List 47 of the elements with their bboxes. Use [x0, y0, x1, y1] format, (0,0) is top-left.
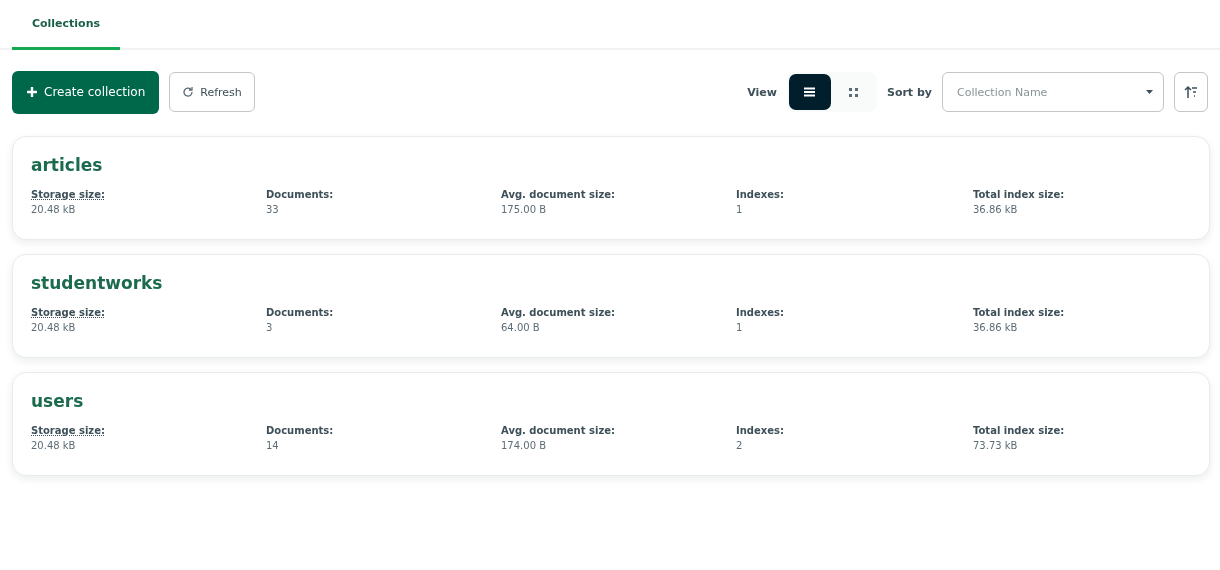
stat-value: 1 — [736, 322, 743, 333]
collection-name-link[interactable]: users — [31, 391, 84, 411]
stat-label: Total index size: — [973, 307, 1065, 318]
stat-value: 20.48 kB — [31, 322, 76, 333]
stat-value: 174.00 B — [501, 440, 547, 451]
sort-ascending-icon — [1184, 85, 1198, 99]
list-icon — [804, 87, 816, 97]
stat-label: Documents: — [266, 425, 334, 436]
stat-value: 1 — [736, 204, 743, 215]
stat-label: Avg. document size: — [501, 189, 615, 200]
stat-label: Storage size: — [31, 307, 105, 318]
stat-value: 33 — [266, 204, 279, 215]
stat-value: 73.73 kB — [973, 440, 1018, 451]
stat-value: 2 — [736, 440, 743, 451]
stat-label: Total index size: — [973, 189, 1065, 200]
plus-icon — [26, 86, 38, 98]
grid-icon — [849, 87, 859, 97]
stat-value: 36.86 kB — [973, 322, 1018, 333]
stat-value: 20.48 kB — [31, 204, 76, 215]
stat-label: Documents: — [266, 307, 334, 318]
create-collection-button[interactable]: Create collection — [12, 70, 160, 114]
refresh-button[interactable]: Refresh — [169, 72, 255, 112]
stat-label: Indexes: — [736, 307, 784, 318]
stat-label: Indexes: — [736, 189, 784, 200]
sort-by-label: Sort by — [886, 85, 932, 99]
caret-icon — [1146, 90, 1153, 94]
stat-label: Storage size: — [31, 425, 105, 436]
tab[interactable]: Collections — [12, 0, 120, 50]
view-label: View — [747, 85, 777, 99]
stat-label: Total index size: — [973, 425, 1065, 436]
stat-label: Avg. document size: — [501, 307, 615, 318]
stat-label: Documents: — [266, 189, 334, 200]
sort-direction-button[interactable] — [1174, 72, 1208, 112]
stat-value: 20.48 kB — [31, 440, 76, 451]
stat-value: 36.86 kB — [973, 204, 1018, 215]
sort-select[interactable]: Collection Name — [942, 72, 1164, 112]
stat-label: Avg. document size: — [501, 425, 615, 436]
stat-label: Indexes: — [736, 425, 784, 436]
list-view-button[interactable] — [788, 74, 831, 110]
collection-name-link[interactable]: studentworks — [31, 273, 163, 293]
stat-value: 64.00 B — [501, 322, 540, 333]
stat-value: 3 — [266, 322, 273, 333]
stat-value: 175.00 B — [501, 204, 547, 215]
stat-label: Storage size: — [31, 189, 105, 200]
refresh-icon — [182, 86, 195, 98]
collection-name-link[interactable]: articles — [31, 155, 103, 175]
stat-value: 14 — [266, 440, 279, 451]
